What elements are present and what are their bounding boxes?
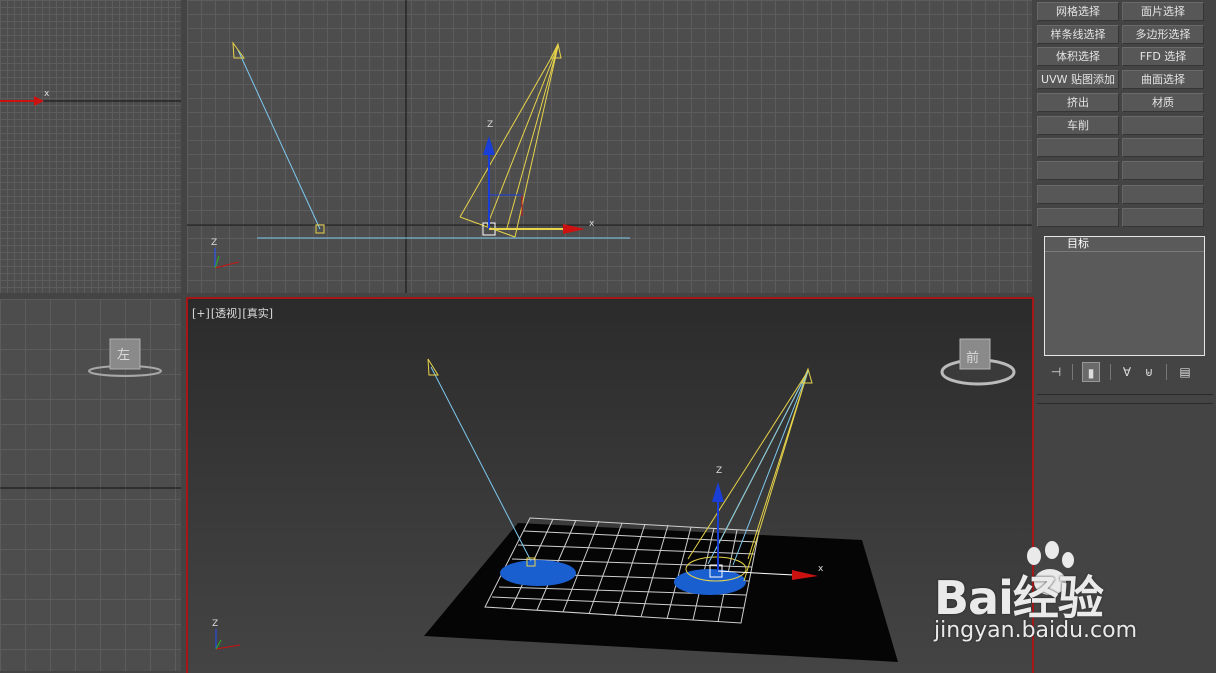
free-light-hotspot [500, 560, 576, 586]
modifier-button-empty[interactable] [1122, 161, 1204, 180]
modifier-button-material[interactable]: 材质 [1122, 93, 1204, 112]
svg-text:Z: Z [212, 619, 218, 629]
viewport-left[interactable]: 左 [0, 299, 181, 671]
modifier-button-surface-select[interactable]: 曲面选择 [1122, 70, 1204, 89]
viewport-top[interactable]: Z x Z [187, 0, 1032, 293]
gizmo-z-arrow-icon [712, 482, 724, 502]
modifier-button-patch-select[interactable]: 面片选择 [1122, 2, 1204, 21]
pin-stack-icon[interactable]: ⊣ [1047, 362, 1065, 382]
modifier-button-uvw-map-add[interactable]: UVW 贴图添加 [1037, 70, 1119, 89]
modifier-button-empty[interactable] [1122, 138, 1204, 157]
gizmo-z-label: Z [487, 120, 493, 130]
modifier-stack-item[interactable]: 目标 [1045, 237, 1204, 252]
free-light-arrow-icon [232, 41, 245, 59]
viewport-top-canvas: Z x Z [187, 0, 1032, 293]
viewport-left-canvas: 左 [0, 338, 181, 489]
svg-text:Z: Z [211, 238, 217, 248]
modifier-button-empty[interactable] [1122, 116, 1204, 135]
modifier-button-empty[interactable] [1037, 161, 1119, 180]
make-unique-icon[interactable]: ∀ [1118, 362, 1136, 382]
free-light-direction [237, 49, 321, 230]
view-axis-tripod: Z [212, 619, 241, 650]
gizmo-x-label: x [818, 564, 824, 574]
modifier-button-extrude[interactable]: 挤出 [1037, 93, 1119, 112]
spot-light-target-icon [801, 367, 813, 384]
modifier-button-empty[interactable] [1122, 208, 1204, 227]
modifier-button-mesh-select[interactable]: 网格选择 [1037, 2, 1119, 21]
modifier-button-ffd-select[interactable]: FFD 选择 [1122, 47, 1204, 66]
free-light-arrow-icon [427, 358, 439, 376]
gizmo-z-label: Z [716, 466, 722, 476]
modifier-button-empty[interactable] [1037, 185, 1119, 204]
x-axis-arrow-icon [34, 96, 44, 106]
free-light-direction [430, 366, 532, 562]
baidu-watermark: Bai经验 jingyan.baidu.com [930, 540, 1160, 650]
show-end-result-icon[interactable]: ▮ [1082, 362, 1100, 382]
modifier-button-poly-select[interactable]: 多边形选择 [1122, 25, 1204, 44]
x-axis-label: x [44, 89, 50, 99]
modifier-button-vol-select[interactable]: 体积选择 [1037, 47, 1119, 66]
configure-modifier-sets-icon[interactable]: ▤ [1176, 362, 1194, 382]
modifier-stack-list[interactable]: 目标 [1044, 236, 1205, 356]
viewport-top-left[interactable]: x [0, 0, 181, 293]
watermark-url: jingyan.baidu.com [934, 618, 1138, 643]
modifier-button-spline-select[interactable]: 样条线选择 [1037, 25, 1119, 44]
viewport-perspective[interactable]: [+][透视][真实] Z x 前 Z [186, 297, 1034, 673]
modifier-button-empty[interactable] [1037, 138, 1119, 157]
viewcube-left[interactable]: 左 [88, 338, 162, 377]
spot-light-cone [459, 45, 559, 238]
viewport-perspective-canvas: Z x 前 Z [212, 338, 1016, 662]
viewcube-face-label: 左 [117, 348, 130, 363]
viewcube-perspective[interactable]: 前 [940, 338, 1016, 386]
gizmo-z-arrow-icon [483, 136, 495, 155]
viewport-top-left-canvas: x [0, 89, 181, 106]
view-axis-tripod: Z [211, 238, 240, 269]
modifier-button-empty[interactable] [1122, 185, 1204, 204]
viewcube-face-label: 前 [966, 350, 979, 366]
gizmo-x-label: x [589, 219, 595, 229]
modifier-button-empty[interactable] [1037, 208, 1119, 227]
remove-modifier-icon[interactable]: ⊌ [1140, 362, 1158, 382]
modifier-button-lathe[interactable]: 车削 [1037, 116, 1119, 135]
